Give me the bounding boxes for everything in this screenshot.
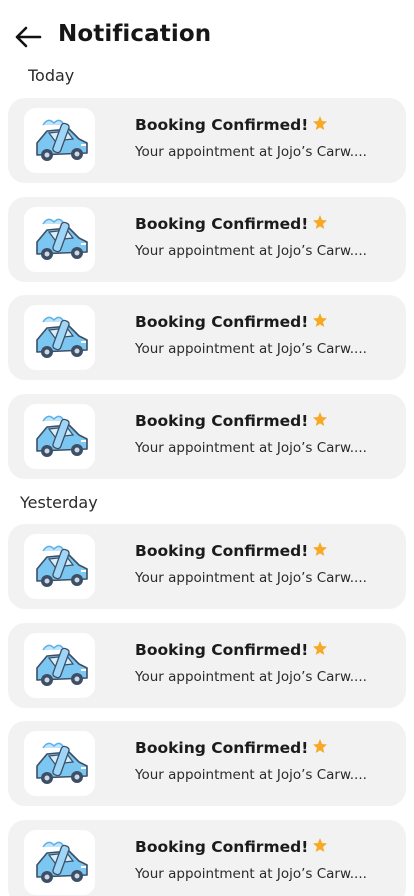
- notification-message: Your appointment at Jojo’s Carw....: [135, 669, 367, 685]
- notification-message: Your appointment at Jojo’s Carw....: [135, 866, 367, 882]
- car-wash-icon: [35, 316, 88, 358]
- notification-message: Your appointment at Jojo’s Carw....: [135, 767, 367, 783]
- notification-card[interactable]: Booking Confirmed! Your appointment at J…: [8, 197, 406, 282]
- notification-thumbnail: [24, 633, 95, 698]
- notification-title: Booking Confirmed!: [135, 115, 328, 134]
- notification-thumbnail: [24, 534, 95, 599]
- car-wash-icon: [35, 218, 88, 260]
- notification-message: Your appointment at Jojo’s Carw....: [135, 440, 367, 456]
- car-wash-icon: [35, 742, 88, 784]
- notification-thumbnail: [24, 830, 95, 895]
- notification-card[interactable]: Booking Confirmed! Your appointment at J…: [8, 623, 406, 708]
- notification-thumbnail: [24, 404, 95, 469]
- notification-message: Your appointment at Jojo’s Carw....: [135, 243, 367, 259]
- notification-message: Your appointment at Jojo’s Carw....: [135, 144, 367, 160]
- notification-thumbnail: [24, 207, 95, 272]
- arrow-left-icon: [15, 26, 42, 48]
- star-icon: [313, 116, 328, 130]
- notification-title: Booking Confirmed!: [135, 312, 328, 331]
- star-icon: [313, 838, 328, 852]
- car-wash-icon: [35, 119, 88, 161]
- page-title: Notification: [58, 21, 212, 47]
- notification-title: Booking Confirmed!: [135, 640, 328, 659]
- star-icon: [313, 641, 328, 655]
- car-wash-icon: [35, 415, 88, 457]
- notification-card[interactable]: Booking Confirmed! Your appointment at J…: [8, 820, 406, 896]
- notification-thumbnail: [24, 108, 95, 173]
- notification-thumbnail: [24, 305, 95, 370]
- star-icon: [313, 739, 328, 753]
- section-label-today: Today: [28, 66, 75, 85]
- notification-card[interactable]: Booking Confirmed! Your appointment at J…: [8, 98, 406, 183]
- notification-card[interactable]: Booking Confirmed! Your appointment at J…: [8, 524, 406, 609]
- notification-card[interactable]: Booking Confirmed! Your appointment at J…: [8, 295, 406, 380]
- notification-message: Your appointment at Jojo’s Carw....: [135, 341, 367, 357]
- notification-title: Booking Confirmed!: [135, 541, 328, 560]
- notification-title: Booking Confirmed!: [135, 411, 328, 430]
- star-icon: [313, 313, 328, 327]
- car-wash-icon: [35, 644, 88, 686]
- notification-title: Booking Confirmed!: [135, 214, 328, 233]
- star-icon: [313, 542, 328, 556]
- car-wash-icon: [35, 841, 88, 883]
- notification-message: Your appointment at Jojo’s Carw....: [135, 570, 367, 586]
- notification-card[interactable]: Booking Confirmed! Your appointment at J…: [8, 721, 406, 806]
- back-button[interactable]: [12, 22, 44, 52]
- notification-thumbnail: [24, 731, 95, 796]
- section-label-yesterday: Yesterday: [20, 493, 98, 512]
- notification-title: Booking Confirmed!: [135, 837, 328, 856]
- star-icon: [313, 412, 328, 426]
- header: Notification: [0, 0, 414, 72]
- notification-title: Booking Confirmed!: [135, 738, 328, 757]
- star-icon: [313, 215, 328, 229]
- car-wash-icon: [35, 545, 88, 587]
- notification-card[interactable]: Booking Confirmed! Your appointment at J…: [8, 394, 406, 479]
